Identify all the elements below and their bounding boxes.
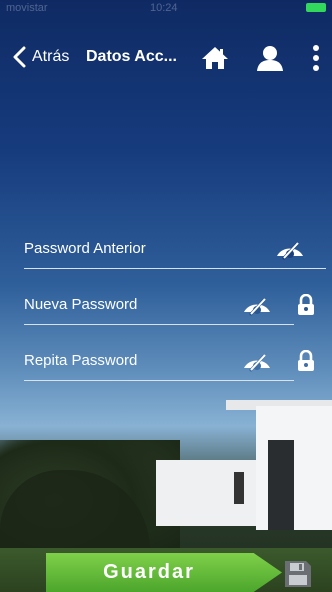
chevron-left-icon bbox=[13, 46, 26, 68]
status-bar: movistar 10:24 bbox=[0, 0, 332, 18]
field-nueva-password[interactable]: Nueva Password bbox=[24, 294, 326, 328]
carrier-label: movistar bbox=[6, 2, 48, 14]
status-icons bbox=[306, 3, 326, 12]
eye-slash-icon[interactable] bbox=[242, 354, 272, 372]
repita-password-underline bbox=[24, 380, 294, 381]
eye-slash-icon[interactable] bbox=[275, 242, 305, 260]
home-icon[interactable] bbox=[201, 46, 229, 70]
page-title: Datos Acc... bbox=[86, 48, 177, 65]
field-password-anterior[interactable]: Password Anterior bbox=[24, 240, 326, 272]
password-anterior-underline bbox=[24, 268, 326, 269]
more-vertical-icon[interactable] bbox=[310, 44, 322, 72]
eye-slash-icon[interactable] bbox=[242, 298, 272, 316]
nueva-password-label: Nueva Password bbox=[24, 296, 138, 313]
guardar-label: Guardar bbox=[103, 561, 195, 583]
back-button[interactable]: Atrás bbox=[12, 46, 69, 68]
background-house bbox=[156, 400, 332, 540]
screen: movistar 10:24 Atrás Datos Acc... Passwo… bbox=[0, 0, 332, 592]
battery-icon bbox=[306, 3, 326, 12]
user-icon[interactable] bbox=[256, 44, 284, 72]
nueva-password-underline bbox=[24, 324, 294, 325]
clock: 10:24 bbox=[150, 2, 178, 14]
lock-icon bbox=[298, 350, 314, 371]
password-anterior-label: Password Anterior bbox=[24, 240, 146, 257]
field-repita-password[interactable]: Repita Password bbox=[24, 350, 326, 384]
guardar-button[interactable]: Guardar bbox=[46, 553, 282, 592]
lock-icon bbox=[298, 294, 314, 315]
back-label: Atrás bbox=[32, 48, 70, 65]
nav-bar: Atrás Datos Acc... bbox=[0, 36, 332, 80]
floppy-icon[interactable] bbox=[283, 559, 313, 589]
repita-password-label: Repita Password bbox=[24, 352, 138, 369]
